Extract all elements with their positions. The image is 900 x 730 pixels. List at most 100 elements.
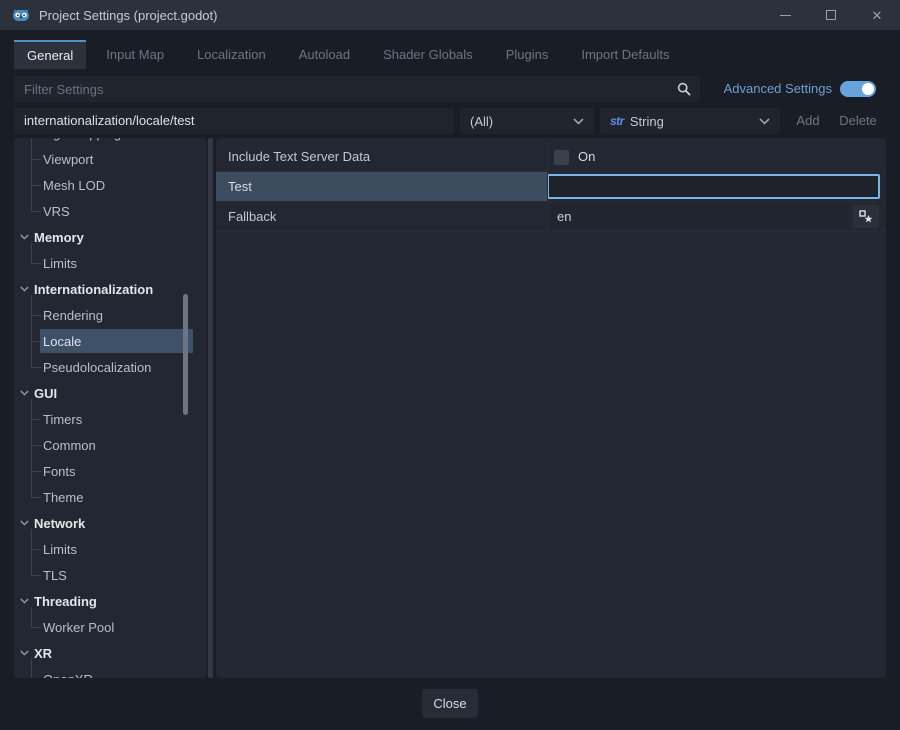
search-icon	[677, 82, 691, 96]
chevron-down-icon	[20, 598, 32, 604]
panel-splitter[interactable]	[208, 138, 213, 678]
tree-item-vrs[interactable]: VRS	[14, 198, 207, 224]
property-label: Include Text Server Data	[228, 149, 370, 164]
tree-item-label: Limits	[43, 256, 77, 271]
tree-item-label: Lightmapping	[43, 138, 121, 141]
window-title: Project Settings (project.godot)	[39, 8, 217, 23]
minimize-button[interactable]	[762, 0, 808, 30]
tree-item-pseudolocalization[interactable]: Pseudolocalization	[14, 354, 207, 380]
tree-category-network[interactable]: Network	[14, 510, 207, 536]
locale-picker-icon	[859, 210, 873, 224]
close-window-button[interactable]: ✕	[854, 0, 900, 30]
tree-category-memory[interactable]: Memory	[14, 224, 207, 250]
tree-item-label: Theme	[43, 490, 83, 505]
tree-item-tls[interactable]: TLS	[14, 562, 207, 588]
tree-category-label: Network	[34, 516, 85, 531]
filter-settings-input[interactable]: Filter Settings	[14, 76, 700, 102]
tab-input-map[interactable]: Input Map	[93, 40, 177, 69]
tree-item-theme[interactable]: Theme	[14, 484, 207, 510]
advanced-settings-label: Advanced Settings	[724, 76, 832, 102]
property-path-input[interactable]: internationalization/locale/test	[14, 108, 454, 134]
tree-item-label: Locale	[43, 334, 81, 349]
tree-category-xr[interactable]: XR	[14, 640, 207, 666]
type-dropdown[interactable]: str String	[600, 108, 780, 134]
tree-category-label: Memory	[34, 230, 84, 245]
godot-logo-icon	[12, 6, 30, 24]
tree-item-rendering[interactable]: Rendering	[14, 302, 207, 328]
tree-item-openxr[interactable]: OpenXR	[14, 666, 207, 678]
tree-item-viewport[interactable]: Viewport	[14, 146, 207, 172]
tree-item-label: Worker Pool	[43, 620, 114, 635]
string-type-icon: str	[610, 114, 624, 128]
chevron-down-icon	[20, 520, 32, 526]
advanced-settings-toggle[interactable]	[840, 81, 876, 97]
checkbox-unchecked[interactable]	[554, 150, 569, 165]
tab-autoload[interactable]: Autoload	[286, 40, 363, 69]
property-row-test: Test	[216, 172, 886, 202]
tree-item-lightmapping[interactable]: Lightmapping	[14, 138, 207, 146]
property-row-fallback: Fallbacken	[216, 202, 886, 232]
tree-category-label: XR	[34, 646, 52, 661]
tree-category-threading[interactable]: Threading	[14, 588, 207, 614]
tree-item-worker-pool[interactable]: Worker Pool	[14, 614, 207, 640]
close-icon: ✕	[872, 9, 883, 22]
delete-button[interactable]: Delete	[830, 108, 886, 134]
sidebar-scrollbar[interactable]	[183, 294, 188, 415]
tree-category-internationalization[interactable]: Internationalization	[14, 276, 207, 302]
filter-placeholder: Filter Settings	[24, 82, 677, 97]
chevron-down-icon	[20, 650, 32, 656]
toggle-knob	[862, 83, 874, 95]
tree-item-label: Mesh LOD	[43, 178, 105, 193]
tree-item-label: TLS	[43, 568, 67, 583]
tree-item-label: Limits	[43, 542, 77, 557]
tree-children: Rendering Locale Pseudolocalization	[14, 302, 207, 380]
tree-item-label: Common	[43, 438, 96, 453]
tree-item-mesh-lod[interactable]: Mesh LOD	[14, 172, 207, 198]
chevron-down-icon	[20, 286, 32, 292]
tree-item-label: Timers	[43, 412, 82, 427]
tree-item-timers[interactable]: Timers	[14, 406, 207, 432]
tree-children: Timers Common Fonts Theme	[14, 406, 207, 510]
maximize-icon	[826, 10, 836, 20]
minimize-icon	[780, 15, 791, 16]
property-row-include-text-server-data: Include Text Server DataOn	[216, 142, 886, 172]
tab-import-defaults[interactable]: Import Defaults	[568, 40, 682, 69]
settings-properties-panel: Include Text Server DataOn Test Fallbacken	[216, 138, 886, 678]
tab-general[interactable]: General	[14, 40, 86, 69]
tab-shader-globals[interactable]: Shader Globals	[370, 40, 486, 69]
tree-item-common[interactable]: Common	[14, 432, 207, 458]
chevron-down-icon	[759, 118, 770, 125]
tree-category-label: GUI	[34, 386, 57, 401]
tree-item-fonts[interactable]: Fonts	[14, 458, 207, 484]
window-controls: ✕	[762, 0, 900, 30]
maximize-button[interactable]	[808, 0, 854, 30]
close-button[interactable]: Close	[422, 689, 478, 718]
tree-item-label: Viewport	[43, 152, 93, 167]
feature-filter-dropdown[interactable]: (All)	[460, 108, 594, 134]
tree-category-label: Internationalization	[34, 282, 153, 297]
property-value-input-focused[interactable]	[547, 174, 880, 199]
tree-item-locale[interactable]: Locale	[14, 328, 207, 354]
tree-category-gui[interactable]: GUI	[14, 380, 207, 406]
tab-localization[interactable]: Localization	[184, 40, 279, 69]
titlebar: Project Settings (project.godot) ✕	[0, 0, 900, 30]
locale-picker-button[interactable]	[853, 205, 879, 228]
tab-plugins[interactable]: Plugins	[493, 40, 562, 69]
tree-item-limits[interactable]: Limits	[14, 250, 207, 276]
settings-category-tree: Lightmapping Viewport Mesh LOD VRS Memory Lim…	[14, 138, 207, 678]
tree-children: Limits TLS	[14, 536, 207, 588]
type-value: String	[630, 114, 664, 129]
tree-children: Lightmapping Viewport Mesh LOD VRS	[14, 138, 207, 224]
chevron-down-icon	[20, 234, 32, 240]
tree-item-label: Rendering	[43, 308, 103, 323]
feature-filter-value: (All)	[470, 114, 493, 129]
property-label: Test	[228, 179, 252, 194]
tree-children: Limits	[14, 250, 207, 276]
tree-category-label: Threading	[34, 594, 97, 609]
property-value-input[interactable]: en	[549, 205, 849, 228]
tree-item-label: VRS	[43, 204, 70, 219]
add-button[interactable]: Add	[788, 108, 828, 134]
tree-item-label: OpenXR	[43, 672, 93, 679]
tree-children: OpenXR	[14, 666, 207, 678]
tree-item-limits[interactable]: Limits	[14, 536, 207, 562]
